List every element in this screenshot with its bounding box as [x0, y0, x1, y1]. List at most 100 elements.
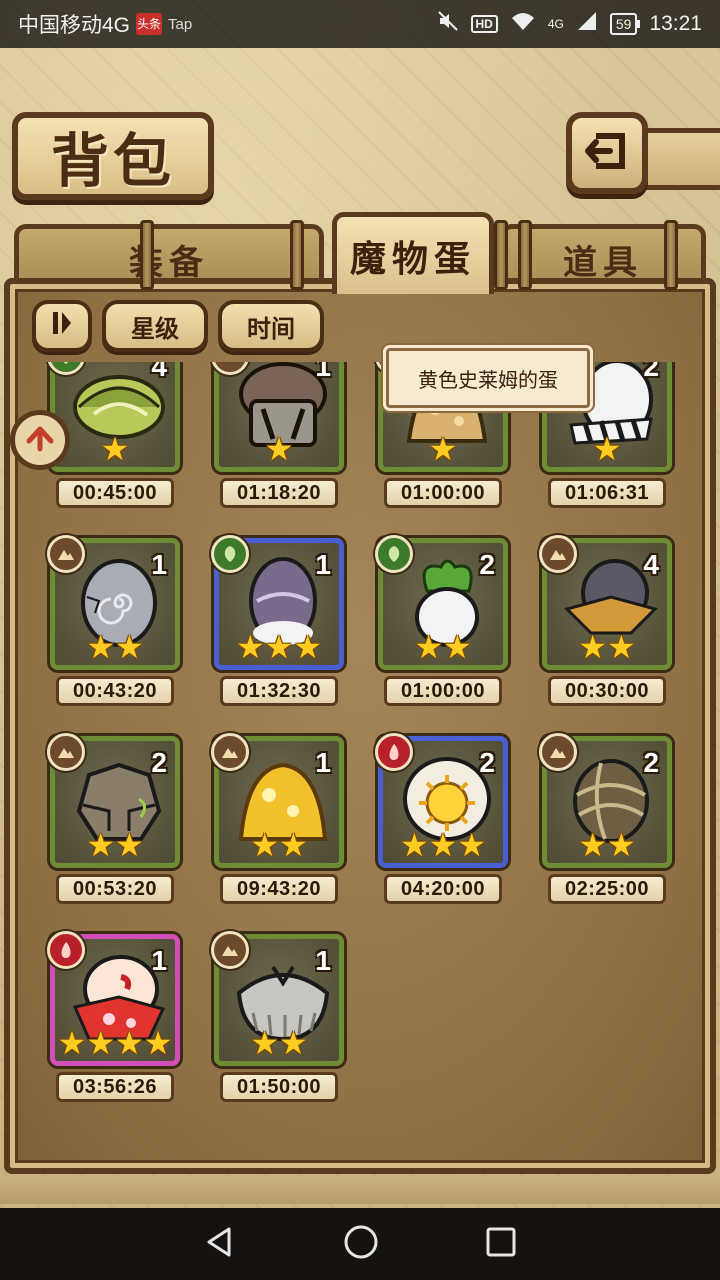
hatch-timer: 00:45:00: [56, 478, 174, 508]
egg-card: 4 ★: [47, 362, 180, 472]
star-icon: ★: [428, 430, 458, 468]
egg-count: 4: [643, 549, 659, 580]
egg-card: 1 ★: [211, 362, 344, 472]
egg-card: 2 ★★: [47, 733, 180, 868]
egg-slot[interactable]: 1 ★★★★ 03:56:26: [44, 931, 184, 1106]
status-bar: 中国移动4G 头条 Tap HD 4G 59 13:21: [0, 0, 720, 48]
back-button[interactable]: [566, 112, 648, 194]
star-rating: ★: [383, 433, 503, 465]
star-rating: ★: [547, 433, 667, 465]
star-rating: ★★: [547, 631, 667, 663]
tab-post: [140, 220, 154, 290]
egg-slot[interactable]: 2 ★★ 02:25:00: [536, 733, 676, 908]
star-rating: ★★★★: [55, 1027, 175, 1059]
scroll-top-button[interactable]: [10, 410, 70, 470]
egg-card: 1 ★★: [211, 733, 344, 868]
star-rating: ★★: [55, 631, 175, 663]
egg-count: 1: [151, 945, 167, 976]
hatch-timer: 00:30:00: [548, 676, 666, 706]
star-rating: ★★: [547, 829, 667, 861]
star-icon: ★★: [250, 826, 308, 864]
hatch-timer: 00:43:20: [56, 676, 174, 706]
egg-grid[interactable]: 4 ★ 00:45:00 1 ★ 01:18:20 ★ 01:00:00 2 ★…: [20, 362, 700, 1152]
egg-count: 1: [315, 945, 331, 976]
egg-card: 4 ★★: [539, 535, 672, 670]
star-rating: ★★: [55, 829, 175, 861]
hatch-timer: 03:56:26: [56, 1072, 174, 1102]
egg-slot[interactable]: 1 ★★ 01:50:00: [208, 931, 348, 1106]
egg-slot[interactable]: 1 ★ 01:18:20: [208, 362, 348, 512]
star-rating: ★: [55, 433, 175, 465]
star-icon: ★★: [250, 1024, 308, 1062]
tab-post: [664, 220, 678, 290]
hatch-timer: 09:43:20: [220, 874, 338, 904]
star-rating: ★: [219, 433, 339, 465]
star-icon: ★★★★: [57, 1024, 173, 1062]
recents-nav-icon[interactable]: [485, 1226, 517, 1262]
hd-icon: HD: [470, 15, 498, 33]
status-right-group: HD 4G 59 13:21: [437, 10, 702, 38]
egg-slot[interactable]: 1 ★★ 00:43:20: [44, 535, 184, 710]
hatch-timer: 01:32:30: [220, 676, 338, 706]
egg-count: 2: [479, 747, 495, 778]
egg-count: 2: [479, 549, 495, 580]
egg-count: 1: [151, 549, 167, 580]
sort-by-time-button[interactable]: 时间: [218, 300, 324, 352]
back-nav-icon[interactable]: [203, 1225, 237, 1263]
filter-bar: 星级 时间: [32, 300, 324, 352]
egg-slot[interactable]: 2 ★★ 00:53:20: [44, 733, 184, 908]
star-icon: ★★★: [399, 826, 487, 864]
egg-card: 2 ★★: [539, 733, 672, 868]
star-icon: ★★: [578, 628, 636, 666]
carrier-group: 中国移动4G 头条 Tap: [18, 9, 192, 39]
star-rating: ★★★: [383, 829, 503, 861]
system-nav-bar: [0, 1208, 720, 1280]
clock-label: 13:21: [649, 12, 702, 35]
hatch-timer: 02:25:00: [548, 874, 666, 904]
tab-post: [518, 220, 532, 290]
tab-post: [290, 220, 304, 290]
title-plate: 背包: [12, 112, 214, 200]
star-icon: ★★: [578, 826, 636, 864]
news-app-icon: 头条: [136, 13, 163, 35]
egg-card: 2 ★★★: [375, 733, 508, 868]
page-title: 背包: [50, 127, 175, 195]
tap-app-icon: Tap: [168, 15, 193, 33]
hatch-timer: 01:50:00: [220, 1072, 338, 1102]
sort-by-star-button[interactable]: 星级: [102, 300, 208, 352]
star-icon: ★: [592, 430, 622, 468]
egg-slot[interactable]: 1 ★★ 09:43:20: [208, 733, 348, 908]
egg-slot[interactable]: 1 ★★★ 01:32:30: [208, 535, 348, 710]
egg-card: 1 ★★: [47, 535, 180, 670]
tab-monster-eggs[interactable]: 魔物蛋: [332, 212, 494, 294]
up-arrow-icon: [23, 421, 57, 459]
egg-card: 1 ★★: [211, 931, 344, 1066]
sort-order-button[interactable]: [32, 300, 92, 352]
egg-slot[interactable]: 2 ★★★ 04:20:00: [372, 733, 512, 908]
egg-card: 1 ★★★★: [47, 931, 180, 1066]
egg-count: 1: [315, 362, 331, 382]
signal-icon: [576, 10, 598, 38]
hatch-timer: 04:20:00: [384, 874, 502, 904]
star-rating: ★★: [383, 631, 503, 663]
tab-post: [494, 220, 508, 290]
egg-count: 2: [151, 747, 167, 778]
back-button-rail: [640, 128, 720, 190]
egg-count: 2: [643, 362, 659, 382]
bottom-decoration: [0, 1176, 720, 1204]
egg-card: 1 ★★★: [211, 535, 344, 670]
egg-slot[interactable]: 2 ★★ 01:00:00: [372, 535, 512, 710]
battery-icon: 59: [609, 13, 640, 35]
star-icon: ★★: [414, 628, 472, 666]
mute-icon: [437, 10, 459, 38]
home-nav-icon[interactable]: [343, 1224, 379, 1264]
wifi-icon: [510, 10, 536, 38]
egg-count: 4: [151, 362, 167, 382]
egg-slot[interactable]: 4 ★★ 00:30:00: [536, 535, 676, 710]
star-rating: ★★: [219, 1027, 339, 1059]
back-arrow-icon: [582, 126, 632, 180]
egg-count: 1: [315, 747, 331, 778]
hatch-timer: 01:18:20: [220, 478, 338, 508]
hatch-timer: 00:53:20: [56, 874, 174, 904]
sort-order-icon: [47, 308, 77, 344]
